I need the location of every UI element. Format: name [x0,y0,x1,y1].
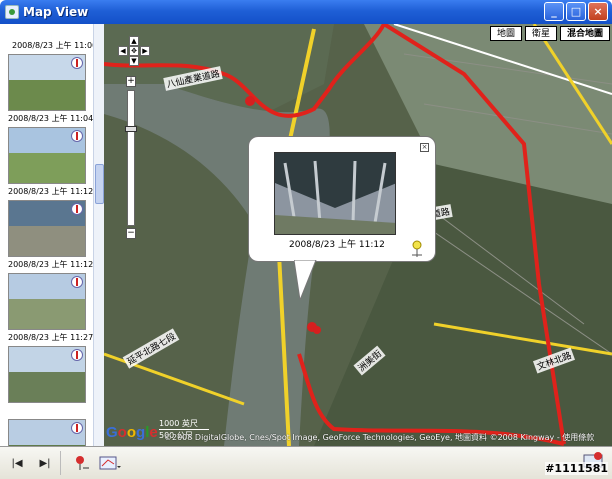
pan-up-button[interactable]: ▲ [129,36,139,46]
zoom-out-button[interactable]: − [126,228,136,239]
map-copyright: ©2008 DigitalGlobe, Cnes/Spot Image, Geo… [164,433,595,442]
compass-icon [71,349,83,361]
popup-caption: 2008/8/23 上午 11:12 [289,240,385,250]
thumbnail-caption: 2008/8/23 上午 11:12 [8,187,94,196]
compass-icon [71,276,83,288]
photo-thumbnail[interactable]: 2008/8/23 上午 11:27 [8,273,94,346]
scrollbar-thumb[interactable] [95,164,104,204]
previous-photo-button[interactable]: |◀ [6,452,28,474]
map-route-icon[interactable] [99,452,121,474]
thumbnail-image[interactable] [8,273,86,330]
thumbnail-image[interactable] [8,200,86,257]
watermark-text: #1111581 [545,462,608,475]
photo-popup: × 2008/8/23 上午 11:12 [248,136,436,262]
thumb-caption-top: 2008/8/23 上午 11:00 [12,41,98,50]
pan-control: ▲ ◀ ✥ ▶ ▼ [118,36,150,66]
google-logo: Google [106,424,158,441]
zoom-slider-handle[interactable] [125,126,137,132]
map-type-map-button[interactable]: 地圖 [489,26,522,41]
track-pin-icon[interactable] [71,452,93,474]
zoom-slider-track[interactable] [127,90,135,226]
popup-photo[interactable] [274,152,396,235]
thumbnail-caption [8,403,86,419]
photo-thumbnail[interactable]: 2008/8/23 上午 11:12 [8,200,94,273]
thumbnail-caption: 2008/8/23 上午 11:12 [8,260,94,269]
compass-icon [71,130,83,142]
next-photo-button[interactable]: ▶| [34,452,56,474]
map-type-hybrid-button[interactable]: 混合地圖 [559,26,610,41]
bottom-toolbar: |◀ ▶| [0,446,612,479]
photo-thumbnail[interactable] [8,346,86,419]
pan-center-button[interactable]: ✥ [129,46,139,56]
title-bar: Map View _ □ × [0,0,612,24]
map-type-satellite-button[interactable]: 衛星 [524,26,557,41]
close-button[interactable]: × [588,2,608,21]
thumbnail-image[interactable] [8,127,86,184]
popup-pointer [294,260,317,300]
map-view[interactable]: 地圖 衛星 混合地圖 ▲ ◀ ✥ ▶ ▼ + − 八仙產業道路五分產業道路延平北… [104,24,612,446]
popup-close-button[interactable]: × [420,143,429,152]
pan-left-button[interactable]: ◀ [118,46,128,56]
location-pin-icon[interactable] [409,239,429,259]
photo-thumbnail[interactable] [8,419,86,446]
thumbnail-caption: 2008/8/23 上午 11:27 [8,333,94,342]
thumbnail-image[interactable] [8,54,86,111]
thumbnail-image[interactable] [8,346,86,403]
compass-icon [71,203,83,215]
thumbnail-image[interactable] [8,419,86,446]
photo-list-scrollbar[interactable] [93,24,104,446]
app-icon [5,5,19,19]
pan-down-button[interactable]: ▼ [129,56,139,66]
zoom-control: + − [125,76,137,240]
photo-list[interactable]: 2008/8/23 上午 11:00 2008/8/23 上午 11:04 200… [0,24,104,446]
pan-right-button[interactable]: ▶ [140,46,150,56]
compass-icon [71,57,83,69]
zoom-in-button[interactable]: + [126,76,136,87]
compass-icon [71,422,83,434]
maximize-button[interactable]: □ [566,2,586,21]
window-title: Map View [23,5,89,19]
photo-thumbnail[interactable]: 2008/8/23 上午 11:12 [8,127,94,200]
minimize-button[interactable]: _ [544,2,564,21]
toolbar-separator [60,451,61,475]
thumbnail-caption: 2008/8/23 上午 11:04 [8,114,94,123]
scale-feet: 1000 英尺 [159,418,209,430]
photo-thumbnail[interactable]: 2008/8/23 上午 11:04 [8,54,94,127]
